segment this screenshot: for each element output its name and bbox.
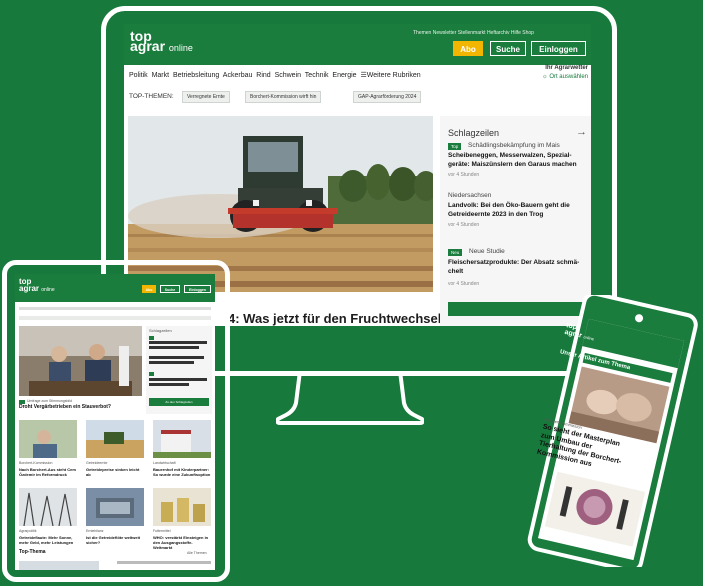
weather-title: Ihr Agrarwetter [545,65,588,71]
card-kicker: Agrarpolitik [19,529,37,533]
card-title[interactable]: Getreideflaute: Mehr Sonne, mehr Geld, m… [19,535,77,545]
nav-more-rubrics[interactable]: Weitere Rubriken [367,72,421,79]
new-badge: Neu [448,249,463,256]
tablet-all-topics-link[interactable]: Alle Themen [187,551,207,555]
card-title[interactable]: WHO: verstärkt Einsteigen in den Ausgang… [153,535,211,550]
abo-button[interactable]: Abo [453,41,483,56]
nav-energie[interactable]: Energie [332,72,356,79]
login-button[interactable]: Einloggen [531,41,586,56]
sidebar-tag [149,372,154,376]
article-title[interactable]: Fleischersatzprodukte: Der Absatz schmä-… [448,259,580,276]
sidebar-line [149,356,204,359]
theme-chip[interactable]: Borchert-Kommission wirft hin [245,91,322,103]
tablet-bottom-image [19,561,99,570]
tablet-sidebar: Schlagzeilen Zu den Schlagzeilen [146,326,212,414]
nav-betriebsleitung[interactable]: Betriebsleitung [173,72,219,79]
tablet-hero-title[interactable]: Droht Vergärbetrieben ein Stauverbot? [19,405,111,410]
sidebar-line [149,383,189,386]
card-kicker: Landwirtschaft [153,461,176,465]
toplink-hilfe[interactable]: Hilfe [511,30,521,36]
logo-online: online [41,287,55,293]
toplink-stellenmarkt[interactable]: Stellenmarkt [458,30,486,36]
toplink-themen[interactable]: Themen [413,30,431,36]
toplink-newsletter[interactable]: Newsletter [433,30,457,36]
search-button[interactable]: Suche [160,285,180,293]
abo-button[interactable]: Abo [142,285,156,293]
tablet-nav-bar [19,307,211,310]
tablet-screen: top agrar online Abo Suche Einloggen Umf… [15,274,215,570]
article-kicker: Niedersachsen [448,192,492,199]
card-kicker: Borchert-Kommission [19,461,53,465]
hero-headline[interactable]: 4: Was jetzt für den Fruchtwechsel [228,311,441,326]
card-image[interactable] [19,488,77,526]
theme-chip[interactable]: Verregnete Ernte [182,91,230,103]
sidebar-line [149,341,207,344]
nav-technik[interactable]: Technik [305,72,329,79]
article-title[interactable]: Landvolk: Bei den Öko-Bauern geht die Ge… [448,202,586,219]
tablet-top-thema: Top-Thema [19,549,46,555]
card-image[interactable] [19,420,77,458]
arrow-right-icon[interactable]: → [576,126,587,138]
article-time: vor 4 Stunden [448,281,480,287]
tablet-themes-bar [19,316,211,320]
logo[interactable]: top agrar online [130,29,193,54]
card-image[interactable] [86,488,144,526]
logo-agrar: agrar [19,284,40,293]
card-image[interactable] [153,420,211,458]
article-kicker: Schädlingsbekämpfung im Mais [468,142,560,149]
nav-rind[interactable]: Rind [256,72,270,79]
sidebar-title: Schlagzeilen [448,128,500,138]
article-kicker: Neue Studie [469,248,505,255]
tablet-bottom-line [117,561,211,564]
top-badge: Top [448,143,462,150]
logo-agrar: agrar [130,38,166,54]
desktop-header: top agrar online Themen Newsletter Stell… [124,24,591,65]
login-button[interactable]: Einloggen [184,285,211,293]
card-kicker: Erntebilanz [86,529,104,533]
card-title[interactable]: Ist die Getreideflöte weltweit sicher? [86,535,144,545]
weather-location-link[interactable]: Ort auswählen [549,74,588,80]
tablet-header: top agrar online Abo Suche Einloggen [15,274,215,302]
tablet-logo[interactable]: top agrar online [19,278,55,294]
toplink-shop[interactable]: Shop [522,30,534,36]
location-icon: ☼ [542,74,548,80]
card-title[interactable]: Bauernhof mit Kinderpartner: So wurde ei… [153,467,211,477]
card-kicker: Getreideernte [86,461,108,465]
tablet-more-headlines-button[interactable]: Zu den Schlagzeilen [149,398,209,406]
article-time: vor 4 Stunden [448,222,480,228]
tablet-hero-image[interactable] [19,326,142,396]
nav-ackerbau[interactable]: Ackerbau [223,72,253,79]
sidebar-line [149,361,194,364]
search-button[interactable]: Suche [490,41,526,56]
article-time: vor 4 Stunden [448,172,480,178]
toplink-heftarchiv[interactable]: Heftarchiv [487,30,510,36]
monitor-stand [276,371,424,425]
card-title[interactable]: Nach Borchert-Aus steht Cem Özdemir im R… [19,467,77,477]
top-themes-label: TOP-THEMEN: [129,93,174,100]
nav-schwein[interactable]: Schwein [275,72,301,79]
main-nav: Politik Markt Betriebsleitung Ackerbau R… [129,71,421,79]
card-image[interactable] [86,420,144,458]
tablet-sidebar-title: Schlagzeilen [149,328,172,333]
sidebar-line [149,378,207,381]
theme-chip[interactable]: GAP-Agrarförderung 2024 [353,91,422,103]
card-kicker: Futtermittel [153,529,171,533]
sidebar-line [149,346,199,349]
top-links: Themen Newsletter Stellenmarkt Heftarchi… [413,30,534,36]
article-title[interactable]: Scheibeneggen, Messerwalzen, Spezial-ger… [448,152,586,169]
nav-markt[interactable]: Markt [152,72,170,79]
phone-section-title: Unser Artikel zum Thema [559,349,631,372]
card-title[interactable]: Getreidepreise sinken leicht ab [86,467,144,477]
logo-online: online [583,334,595,342]
weather-widget[interactable]: Ihr Agrarwetter ☼ Ort auswählen [516,64,588,82]
logo-online: online [168,43,193,53]
card-image[interactable] [153,488,211,526]
nav-politik[interactable]: Politik [129,72,148,79]
tablet-hero-kicker: Umfrage zum Stimmungsbild [27,399,72,403]
sidebar-tag [149,336,154,340]
